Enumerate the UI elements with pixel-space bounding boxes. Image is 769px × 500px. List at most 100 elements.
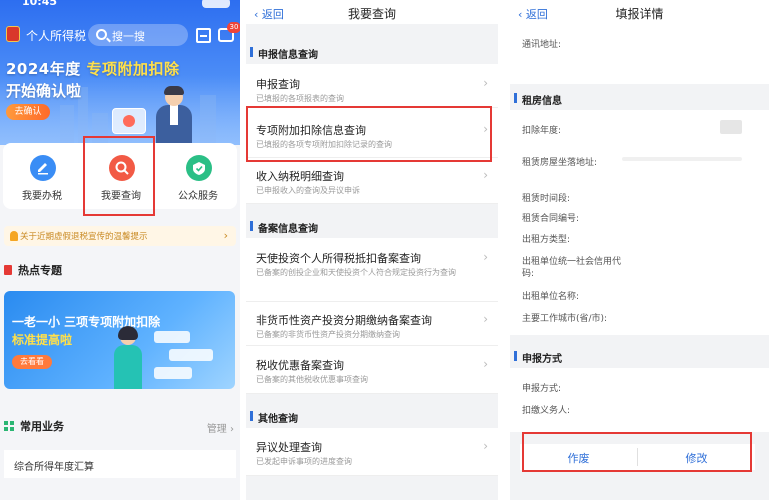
tax-emblem-icon (6, 26, 20, 42)
nav-bar: ‹ 返回 我要查询 (246, 0, 498, 24)
banner-person-illustration (152, 86, 196, 145)
highlight-box (246, 106, 492, 162)
status-time: 10:45 (22, 0, 58, 8)
back-label: 返回 (525, 8, 548, 21)
app-bar: 个人所得税 搜一搜 30 (0, 20, 240, 50)
promo-card-illustration (154, 331, 190, 343)
pen-icon (30, 155, 56, 181)
group-header: 申报信息查询 (246, 42, 498, 62)
field-label: 申报方式: (522, 384, 562, 394)
promo-subtitle: 标准提高啦 (12, 333, 73, 347)
promo-person-illustration (112, 326, 144, 389)
field-label: 扣缴义务人: (522, 406, 571, 416)
row-subtitle: 已备案的创投企业和天使投资个人符合规定投资行为查询 (256, 268, 456, 277)
group-title: 租房信息 (522, 96, 562, 107)
query-row-tax-preference[interactable]: 税收优惠备案查询 已备案的其他税收优惠事项查询 › (246, 346, 498, 394)
group-title: 申报信息查询 (258, 50, 318, 61)
search-box[interactable]: 搜一搜 (88, 24, 188, 46)
group-accent (250, 47, 253, 57)
query-screen: ‹ 返回 我要查询 申报信息查询 申报查询 已填报的各项报表的查询 › 专项附加… (246, 0, 498, 500)
row-title: 收入纳税明细查询 (256, 170, 344, 183)
common-business-item-label: 综合所得年度汇算 (14, 462, 94, 473)
nav-bar: ‹ 返回 填报详情 (510, 0, 769, 24)
chevron-right-icon: › (483, 76, 488, 90)
promo-card-illustration (154, 367, 192, 379)
group-accent (250, 411, 253, 421)
highlight-box (522, 432, 752, 472)
chevron-right-icon: › (483, 250, 488, 264)
scan-icon[interactable] (196, 28, 211, 43)
row-subtitle: 已填报的各项报表的查询 (256, 94, 344, 103)
row-subtitle: 已备案的其他税收优惠事项查询 (256, 375, 368, 384)
detail-screen: ‹ 返回 填报详情 通讯地址: 租房信息 扣除年度: 租赁房屋坐落地址: 租赁时… (510, 0, 769, 500)
row-title: 申报查询 (256, 78, 300, 91)
banner-title-year: 2024年度 (6, 60, 81, 78)
back-label: 返回 (261, 8, 284, 21)
row-subtitle: 已申报收入的查询及异议申诉 (256, 186, 360, 195)
manage-label: 管理 (206, 424, 227, 435)
notice-bar[interactable]: 关于近期虚假退税宣传的温馨提示 › (4, 226, 236, 246)
search-icon (96, 29, 107, 40)
declare-section: 申报方式: 扣缴义务人: (510, 368, 769, 432)
home-screen: 10:45 个人所得税 搜一搜 30 2024年度 专项附加扣除 开始确认啦 去… (0, 0, 240, 500)
field-label: 租赁房屋坐落地址: (522, 158, 598, 168)
promo-banner[interactable]: 一老一小 三项专项附加扣除 标准提高啦 去看看 (4, 291, 235, 389)
chevron-right-icon: › (483, 168, 488, 182)
battery-icon (202, 0, 230, 8)
chevron-right-icon: › (483, 439, 488, 453)
banner-subtitle: 开始确认啦 (6, 82, 82, 100)
address-label: 通讯地址: (522, 40, 562, 50)
home-header-banner: 10:45 个人所得税 搜一搜 30 2024年度 专项附加扣除 开始确认啦 去… (0, 0, 240, 145)
chevron-right-icon: › (483, 312, 488, 326)
field-label: 主要工作城市(省/市): (522, 314, 608, 324)
bell-icon (10, 231, 18, 241)
common-business-item[interactable]: 综合所得年度汇算 (4, 450, 236, 478)
quick-item-service[interactable]: 公众服务 (163, 143, 233, 209)
banner-confirm-button[interactable]: 去确认 (6, 104, 50, 120)
group-accent (250, 221, 253, 231)
query-row-non-monetary[interactable]: 非货币性资产投资分期缴纳备案查询 已备案的非货币性资产投资分期缴纳查询 › (246, 302, 498, 346)
hot-topics-label: 热点专题 (18, 264, 62, 277)
promo-card-illustration (169, 349, 213, 361)
redacted-value (622, 157, 742, 161)
field-label: 出租单位统一社会信用代码: (522, 257, 622, 279)
common-business-label: 常用业务 (20, 420, 64, 433)
row-title: 异议处理查询 (256, 441, 322, 454)
rent-section: 扣除年度: 租赁房屋坐落地址: 租赁时间段: 租赁合同编号: 出租方类型: 出租… (510, 110, 769, 335)
row-title: 非货币性资产投资分期缴纳备案查询 (256, 314, 432, 327)
group-header: 申报方式 (510, 346, 769, 366)
group-header: 其他查询 (246, 406, 498, 426)
quick-item-tax[interactable]: 我要办税 (7, 143, 77, 209)
notice-text: 关于近期虚假退税宣传的温馨提示 (20, 232, 148, 242)
field-label: 扣除年度: (522, 126, 562, 136)
manage-link[interactable]: 管理 › (207, 420, 234, 435)
group-header: 租房信息 (510, 88, 769, 108)
highlight-box (83, 136, 155, 216)
chevron-right-icon: › (223, 229, 228, 242)
query-row-income-detail[interactable]: 收入纳税明细查询 已申报收入的查询及异议申诉 › (246, 158, 498, 204)
promo-button[interactable]: 去看看 (12, 355, 52, 369)
message-badge: 30 (227, 22, 240, 33)
query-row-objection[interactable]: 异议处理查询 已发起申诉事项的进度查询 › (246, 428, 498, 476)
group-accent (514, 93, 517, 103)
group-title: 申报方式 (522, 354, 562, 365)
query-row-angel-investment[interactable]: 天使投资个人所得税抵扣备案查询 已备案的创投企业和天使投资个人符合规定投资行为查… (246, 238, 498, 302)
page-title: 填报详情 (615, 7, 664, 21)
query-row-declaration[interactable]: 申报查询 已填报的各项报表的查询 › (246, 64, 498, 108)
chevron-right-icon: › (230, 424, 234, 435)
row-subtitle: 已发起申诉事项的进度查询 (256, 457, 352, 466)
field-label: 出租单位名称: (522, 292, 580, 302)
field-label: 出租方类型: (522, 235, 571, 245)
hot-topics-title: 热点专题 (4, 262, 62, 278)
row-title: 税收优惠备案查询 (256, 359, 344, 372)
flag-icon (4, 265, 12, 275)
grid-icon (4, 421, 14, 431)
row-title: 天使投资个人所得税抵扣备案查询 (256, 252, 421, 265)
quick-item-label: 我要办税 (22, 191, 62, 202)
banner-title: 2024年度 专项附加扣除 (6, 58, 180, 79)
back-button[interactable]: ‹ 返回 (518, 6, 548, 22)
service-icon (186, 155, 212, 181)
field-label: 租赁合同编号: (522, 214, 580, 224)
message-icon[interactable]: 30 (218, 22, 240, 42)
back-button[interactable]: ‹ 返回 (254, 6, 284, 22)
